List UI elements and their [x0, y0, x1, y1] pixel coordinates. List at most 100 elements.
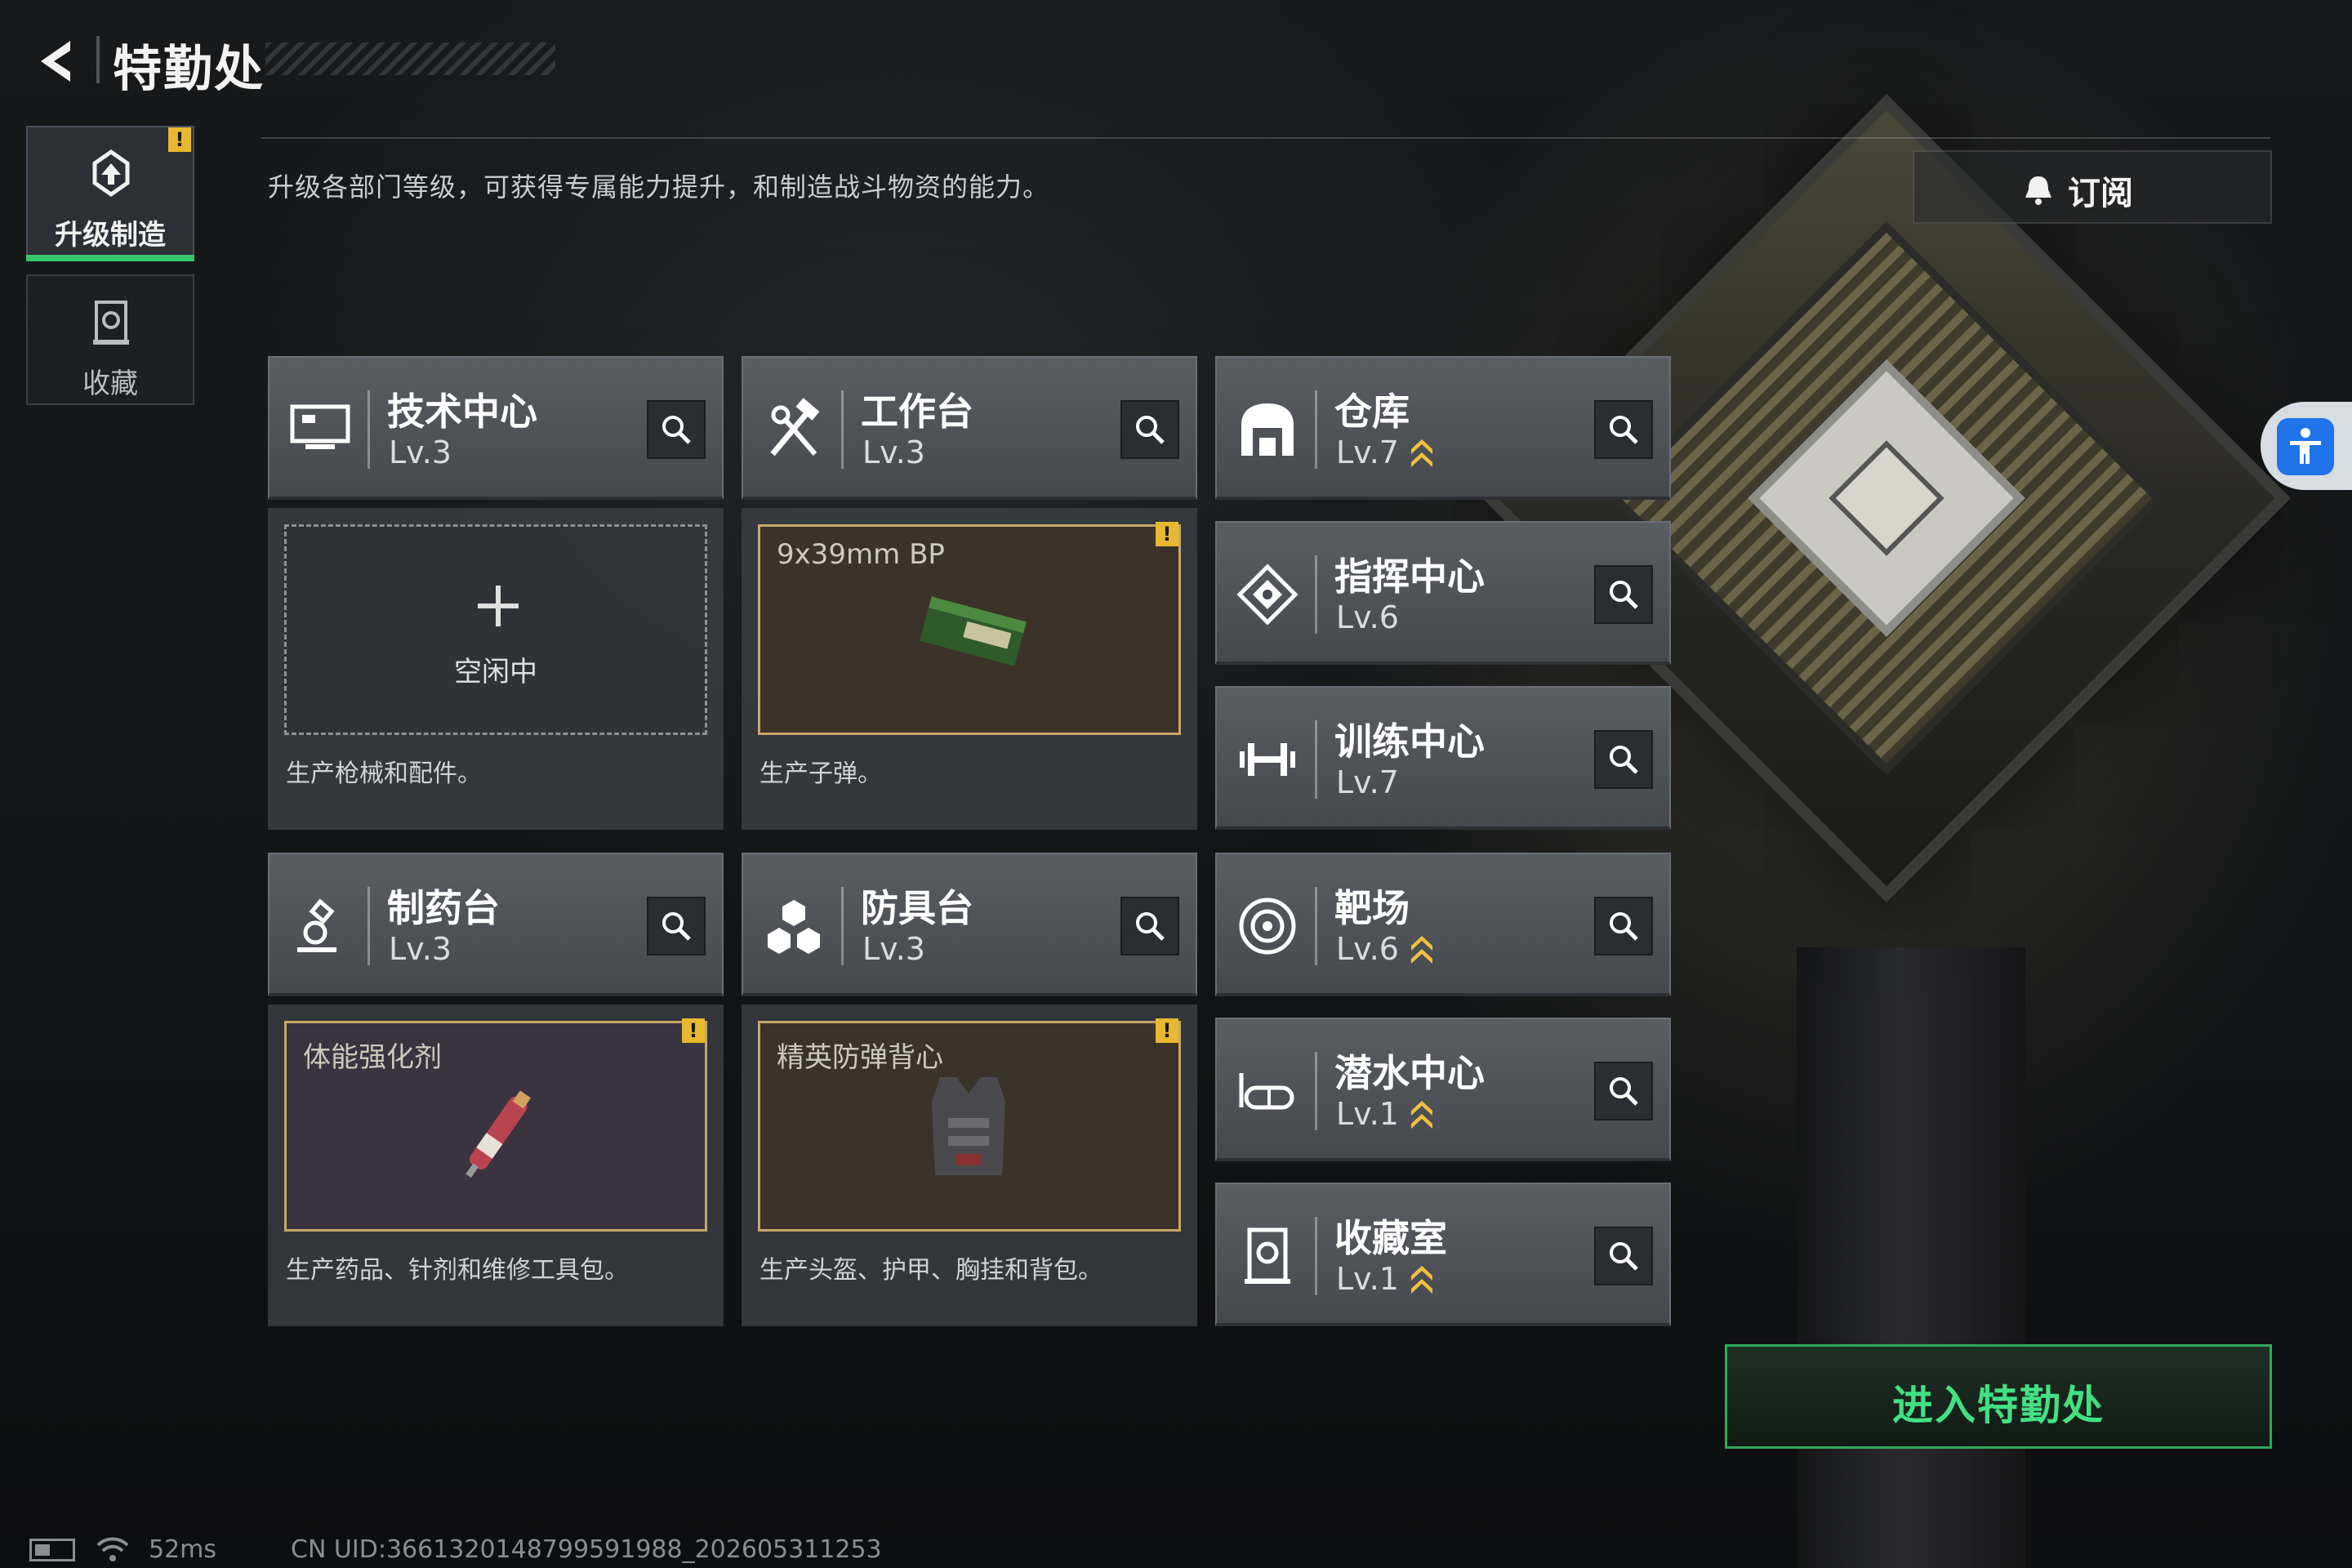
building-level: Lv.7 — [1336, 764, 1399, 800]
slot-alert-badge: ! — [1156, 522, 1178, 546]
search-button[interactable] — [647, 897, 706, 956]
hammer-wrench-icon — [761, 397, 826, 462]
building-level: Lv.6 — [1336, 599, 1399, 635]
card-divider — [368, 390, 370, 469]
building-name: 工作台 — [861, 390, 973, 434]
card-divider — [1315, 1052, 1317, 1130]
card-divider — [841, 887, 844, 965]
card-divider — [1315, 1217, 1317, 1295]
building-card-tech-center[interactable]: 技术中心 Lv.3 — [268, 356, 724, 500]
wifi-icon — [95, 1535, 131, 1565]
production-description: 生产子弹。 — [760, 760, 882, 788]
syringe-item-icon — [442, 1072, 556, 1198]
search-button[interactable] — [1594, 400, 1653, 459]
building-level: Lv.1 — [1336, 1261, 1399, 1297]
building-name: 技术中心 — [387, 390, 537, 434]
building-card-workbench[interactable]: 工作台 Lv.3 — [742, 356, 1197, 500]
building-name: 潜水中心 — [1334, 1051, 1485, 1095]
upgrade-chevrons-icon — [1410, 1263, 1434, 1295]
building-card-command-center[interactable]: 指挥中心 Lv.6 — [1215, 521, 1671, 665]
collection-cabinet-icon — [1235, 1223, 1300, 1289]
production-description: 生产头盔、护甲、胸挂和背包。 — [760, 1256, 1102, 1285]
production-item-name: 9x39mm BP — [777, 538, 945, 571]
building-card-shooting-range[interactable]: 靶场 Lv.6 — [1215, 853, 1671, 996]
page-subtitle: 升级各部门等级，可获得专属能力提升，和制造战斗物资的能力。 — [268, 172, 1050, 203]
search-button[interactable] — [1594, 897, 1653, 956]
subscribe-label: 订阅 — [2068, 175, 2133, 212]
building-level: Lv.6 — [1336, 931, 1399, 967]
subscribe-button[interactable]: 订阅 — [1913, 150, 2272, 224]
command-chip-icon — [1235, 562, 1300, 627]
microscope-icon — [287, 893, 353, 959]
building-level: Lv.3 — [862, 434, 925, 470]
dumbbell-icon — [1235, 727, 1300, 792]
card-divider — [1315, 555, 1317, 634]
card-divider — [1315, 887, 1317, 965]
collection-cabinet-icon — [85, 296, 137, 348]
building-level: Lv.3 — [389, 434, 452, 470]
production-item-name: 精英防弹背心 — [777, 1041, 943, 1074]
enter-special-ops-button[interactable]: 进入特勤处 — [1725, 1344, 2272, 1449]
warehouse-icon — [1235, 397, 1300, 462]
building-card-collection-room[interactable]: 收藏室 Lv.1 — [1215, 1183, 1671, 1326]
production-description: 生产药品、针剂和维修工具包。 — [286, 1256, 629, 1285]
diving-mask-icon — [1235, 1058, 1300, 1124]
slot-alert-badge: ! — [682, 1018, 705, 1043]
search-button[interactable] — [1594, 1062, 1653, 1120]
building-name: 指挥中心 — [1334, 555, 1485, 599]
user-uid: CN UID:3661320148799591988_202605311253 — [291, 1535, 882, 1564]
nav-collection-label: 收藏 — [82, 368, 138, 400]
armor-blocks-icon — [761, 893, 826, 959]
header-divider — [261, 137, 2270, 139]
production-panel-tech-center: 空闲中 生产枪械和配件。 — [268, 508, 724, 830]
target-icon — [1235, 893, 1300, 959]
title-decoration — [265, 42, 555, 75]
background-pillar — [1797, 947, 2025, 1568]
production-slot[interactable]: 精英防弹背心 ! — [758, 1018, 1181, 1232]
production-panel-pharmacy: 体能强化剂 ! 生产药品、针剂和维修工具包。 — [268, 1004, 724, 1326]
production-description: 生产枪械和配件。 — [286, 760, 482, 788]
building-level: Lv.3 — [389, 931, 452, 967]
search-button[interactable] — [1594, 565, 1653, 624]
production-slot-empty[interactable]: 空闲中 — [284, 524, 707, 735]
building-name: 防具台 — [861, 886, 973, 930]
back-arrow-icon[interactable] — [26, 33, 83, 90]
nav-upgrade-craft[interactable]: 升级制造 ! — [26, 126, 194, 261]
building-name: 靶场 — [1334, 886, 1410, 930]
upgrade-chevrons-icon — [1410, 436, 1434, 469]
search-button[interactable] — [1594, 730, 1653, 789]
search-button[interactable] — [647, 400, 706, 459]
accessibility-button[interactable] — [2261, 402, 2352, 490]
slot-idle-status: 空闲中 — [454, 656, 537, 688]
title-separator — [96, 36, 100, 83]
search-button[interactable] — [1120, 897, 1179, 956]
building-level: Lv.3 — [862, 931, 925, 967]
search-button[interactable] — [1594, 1227, 1653, 1285]
building-card-warehouse[interactable]: 仓库 Lv.7 — [1215, 356, 1671, 500]
building-card-armor-bench[interactable]: 防具台 Lv.3 — [742, 853, 1197, 996]
nav-alert-badge: ! — [168, 127, 191, 152]
computer-icon — [287, 397, 353, 462]
bell-icon — [2020, 173, 2056, 206]
building-card-pharmacy[interactable]: 制药台 Lv.3 — [268, 853, 724, 996]
vest-item-icon — [924, 1069, 1013, 1195]
nav-upgrade-craft-label: 升级制造 — [55, 219, 166, 252]
enter-special-ops-label: 进入特勤处 — [1892, 1382, 2105, 1429]
card-divider — [841, 390, 844, 469]
network-ping: 52ms — [149, 1535, 217, 1564]
battery-icon — [29, 1539, 75, 1561]
production-item-name: 体能强化剂 — [303, 1041, 442, 1074]
production-slot[interactable]: 体能强化剂 ! — [284, 1018, 707, 1232]
building-card-training-center[interactable]: 训练中心 Lv.7 — [1215, 686, 1671, 830]
building-name: 仓库 — [1334, 390, 1410, 434]
nav-collection[interactable]: 收藏 — [26, 274, 194, 405]
building-level: Lv.7 — [1336, 434, 1399, 470]
building-name: 训练中心 — [1334, 719, 1485, 764]
building-card-diving-center[interactable]: 潜水中心 Lv.1 — [1215, 1018, 1671, 1161]
building-name: 制药台 — [387, 886, 500, 930]
card-divider — [1315, 390, 1317, 469]
page-title: 特勤处 — [113, 41, 265, 98]
production-slot[interactable]: 9x39mm BP ! — [758, 522, 1181, 735]
building-level: Lv.1 — [1336, 1096, 1399, 1132]
search-button[interactable] — [1120, 400, 1179, 459]
